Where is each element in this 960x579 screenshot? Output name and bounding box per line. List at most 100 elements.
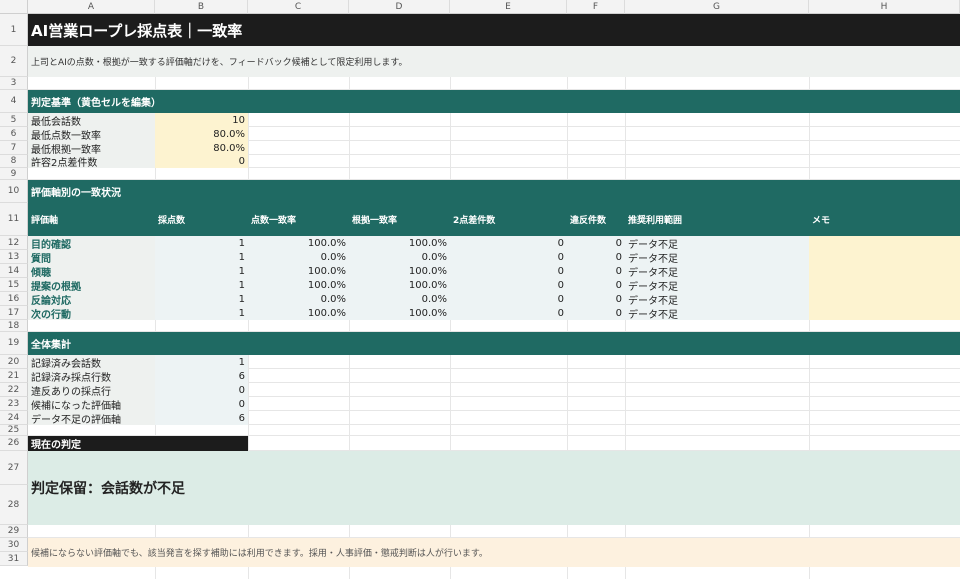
axis-value-cell[interactable]: 0 [450,306,567,320]
row-header-12[interactable]: 12 [0,236,28,250]
row-header-19[interactable]: 19 [0,332,28,355]
row-header-18[interactable]: 18 [0,320,28,332]
row-header-3[interactable]: 3 [0,77,28,90]
axis-memo-input[interactable] [809,250,960,264]
axis-value-cell[interactable]: 0 [450,278,567,292]
axis-value-cell[interactable]: 0 [567,278,625,292]
axes-column-header[interactable]: 根拠一致率 [349,203,450,236]
criteria-label: 最低点数一致率 [28,127,155,141]
axis-value-cell[interactable]: 1 [155,264,248,278]
row-header-4[interactable]: 4 [0,90,28,113]
axis-value-cell[interactable]: 100.0% [248,278,349,292]
axes-column-header[interactable]: メモ [809,203,960,236]
axis-memo-input[interactable] [809,306,960,320]
select-all-corner[interactable] [0,0,28,14]
axis-scope-cell[interactable]: データ不足 [625,264,809,278]
summary-value[interactable]: 1 [155,355,248,369]
axis-value-cell[interactable]: 100.0% [248,306,349,320]
row-header-9[interactable]: 9 [0,168,28,180]
axis-scope-cell[interactable]: データ不足 [625,278,809,292]
row-header-31[interactable]: 31 [0,552,28,566]
axis-value-cell[interactable]: 0 [450,264,567,278]
row-header-29[interactable]: 29 [0,525,28,538]
summary-value[interactable]: 6 [155,411,248,425]
axis-value-cell[interactable]: 0 [567,306,625,320]
axis-value-cell[interactable]: 100.0% [248,236,349,250]
row-header-2[interactable]: 2 [0,46,28,77]
axis-value-cell[interactable]: 100.0% [248,264,349,278]
row-header-30[interactable]: 30 [0,538,28,552]
row-header-24[interactable]: 24 [0,411,28,425]
criteria-input[interactable]: 80.0% [155,127,248,141]
row-header-22[interactable]: 22 [0,383,28,397]
axis-value-cell[interactable]: 1 [155,278,248,292]
criteria-input[interactable]: 10 [155,113,248,127]
axis-scope-cell[interactable]: データ不足 [625,236,809,250]
summary-value[interactable]: 0 [155,383,248,397]
axis-value-cell[interactable]: 100.0% [349,236,450,250]
axis-value-cell[interactable]: 0 [450,292,567,306]
column-header-h[interactable]: H [809,0,960,14]
axes-column-header[interactable]: 点数一致率 [248,203,349,236]
row-header-16[interactable]: 16 [0,292,28,306]
column-header-e[interactable]: E [450,0,567,14]
axis-value-cell[interactable]: 0.0% [349,292,450,306]
axis-scope-cell[interactable]: データ不足 [625,292,809,306]
row-header-17[interactable]: 17 [0,306,28,320]
axis-memo-input[interactable] [809,236,960,250]
summary-value[interactable]: 6 [155,369,248,383]
criteria-input[interactable]: 0 [155,155,248,168]
axes-column-header[interactable]: 評価軸 [28,203,155,236]
row-header-10[interactable]: 10 [0,180,28,203]
column-header-c[interactable]: C [248,0,349,14]
axis-memo-input[interactable] [809,292,960,306]
axis-value-cell[interactable]: 0.0% [248,292,349,306]
row-header-15[interactable]: 15 [0,278,28,292]
axes-column-header[interactable]: 2点差件数 [450,203,567,236]
axes-column-header[interactable]: 採点数 [155,203,248,236]
axis-value-cell[interactable]: 100.0% [349,264,450,278]
row-header-20[interactable]: 20 [0,355,28,369]
axis-value-cell[interactable]: 0 [567,236,625,250]
criteria-input[interactable]: 80.0% [155,141,248,155]
axis-value-cell[interactable]: 100.0% [349,278,450,292]
axis-value-cell[interactable]: 0.0% [349,250,450,264]
axes-column-header[interactable]: 推奨利用範囲 [625,203,809,236]
axes-column-header[interactable]: 違反件数 [567,203,625,236]
axis-value-cell[interactable]: 0.0% [248,250,349,264]
row-header-26[interactable]: 26 [0,436,28,451]
row-header-11[interactable]: 11 [0,203,28,236]
row-header-7[interactable]: 7 [0,141,28,155]
axis-scope-cell[interactable]: データ不足 [625,306,809,320]
row-header-28[interactable]: 28 [0,485,28,525]
axis-value-cell[interactable]: 0 [567,264,625,278]
axis-value-cell[interactable]: 0 [567,292,625,306]
column-header-d[interactable]: D [349,0,450,14]
row-header-6[interactable]: 6 [0,127,28,141]
row-header-25[interactable]: 25 [0,425,28,436]
axis-value-cell[interactable]: 100.0% [349,306,450,320]
row-header-5[interactable]: 5 [0,113,28,127]
column-header-a[interactable]: A [28,0,155,14]
axis-value-cell[interactable]: 0 [567,250,625,264]
row-header-27[interactable]: 27 [0,451,28,485]
axis-value-cell[interactable]: 1 [155,306,248,320]
column-header-g[interactable]: G [625,0,809,14]
summary-value[interactable]: 0 [155,397,248,411]
row-header-23[interactable]: 23 [0,397,28,411]
column-header-b[interactable]: B [155,0,248,14]
row-header-1[interactable]: 1 [0,14,28,46]
axis-memo-input[interactable] [809,278,960,292]
axis-value-cell[interactable]: 1 [155,292,248,306]
axis-value-cell[interactable]: 0 [450,250,567,264]
axis-memo-input[interactable] [809,264,960,278]
row-header-14[interactable]: 14 [0,264,28,278]
row-header-21[interactable]: 21 [0,369,28,383]
row-header-8[interactable]: 8 [0,155,28,168]
axis-value-cell[interactable]: 0 [450,236,567,250]
axis-scope-cell[interactable]: データ不足 [625,250,809,264]
axis-value-cell[interactable]: 1 [155,236,248,250]
row-header-13[interactable]: 13 [0,250,28,264]
axis-value-cell[interactable]: 1 [155,250,248,264]
column-header-f[interactable]: F [567,0,625,14]
